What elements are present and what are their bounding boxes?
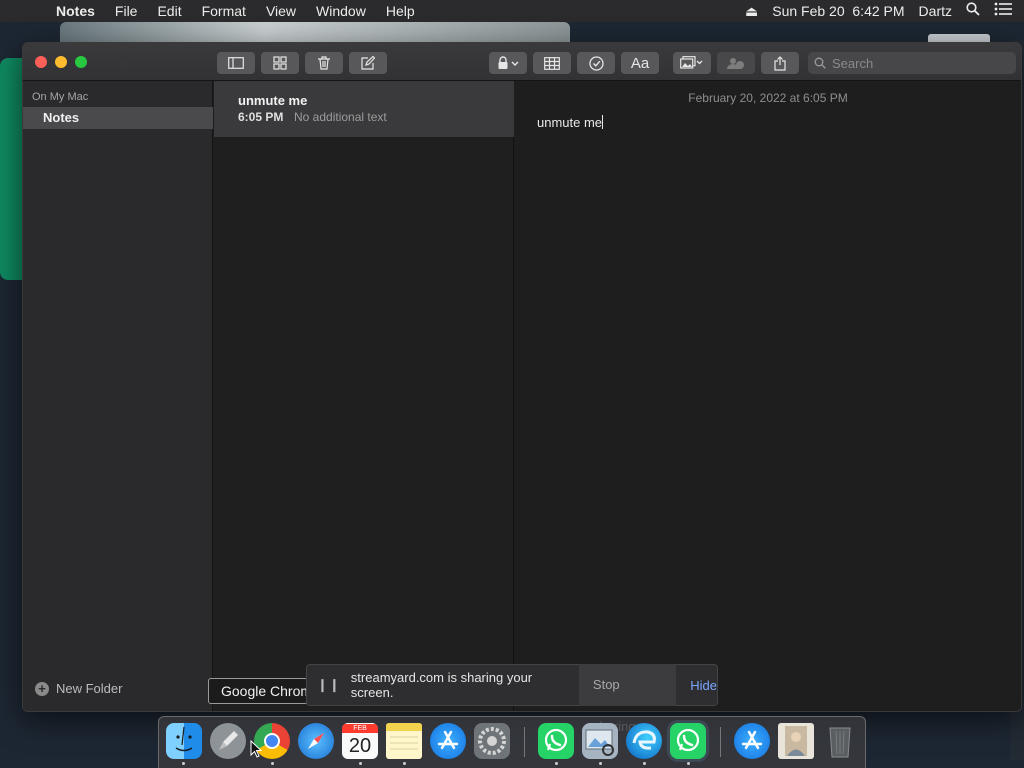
notes-list: unmute me 6:05 PM No additional text — [214, 81, 514, 711]
running-indicator — [403, 762, 406, 765]
menu-bar: Notes File Edit Format View Window Help … — [0, 0, 1024, 22]
photo-icon[interactable] — [778, 723, 814, 759]
lock-note-button[interactable] — [489, 52, 527, 74]
search-icon — [814, 57, 826, 69]
gallery-view-button[interactable] — [261, 52, 299, 74]
checklist-icon — [588, 55, 604, 71]
safari-icon[interactable] — [298, 723, 334, 759]
notes-window: Aa On My Mac Notes + New Folder unmute m… — [22, 42, 1022, 712]
toolbar: Aa — [23, 43, 1021, 81]
notes-icon[interactable] — [386, 723, 422, 759]
checklist-button[interactable] — [577, 52, 615, 74]
note-body-text[interactable]: unmute me — [537, 115, 604, 130]
table-icon — [544, 56, 560, 70]
close-window-button[interactable] — [35, 56, 47, 68]
spotlight-search-icon[interactable] — [966, 0, 980, 22]
launchpad-icon[interactable] — [210, 723, 246, 759]
mouse-cursor-icon — [250, 740, 262, 758]
delete-note-button[interactable] — [305, 52, 343, 74]
running-indicator — [599, 762, 602, 765]
dock-separator — [720, 727, 721, 757]
add-people-icon — [727, 58, 744, 69]
menu-edit[interactable]: Edit — [147, 0, 191, 22]
menu-clock[interactable]: Sun Feb 20 6:42 PM — [772, 0, 904, 22]
menu-file[interactable]: File — [105, 0, 148, 22]
desktop-window-edge — [0, 58, 22, 280]
folders-sidebar: On My Mac Notes + New Folder — [23, 81, 213, 711]
zoom-window-button[interactable] — [75, 56, 87, 68]
notification-center-icon[interactable] — [994, 0, 1012, 22]
dock-tooltip: Google Chrome — [208, 678, 308, 704]
sidebar-item-notes[interactable]: Notes — [23, 107, 213, 129]
note-date: February 20, 2022 at 6:05 PM — [688, 91, 848, 105]
share-button[interactable] — [761, 52, 799, 74]
collaborate-button[interactable] — [717, 52, 755, 74]
trash-icon — [318, 56, 330, 70]
format-label: Aa — [630, 54, 650, 72]
add-media-button[interactable] — [673, 52, 711, 74]
preview-icon[interactable] — [582, 723, 618, 759]
whatsapp-icon[interactable] — [538, 723, 574, 759]
running-indicator — [643, 762, 646, 765]
dock: FEB 20 — [158, 716, 866, 768]
calendar-icon[interactable]: FEB 20 — [342, 723, 378, 759]
menu-view[interactable]: View — [256, 0, 306, 22]
menu-help[interactable]: Help — [376, 0, 425, 22]
whatsapp-icon[interactable] — [670, 723, 706, 759]
note-preview: No additional text — [294, 110, 387, 124]
eject-icon[interactable]: ⏏ — [745, 0, 758, 22]
running-indicator — [271, 762, 274, 765]
note-editor[interactable]: February 20, 2022 at 6:05 PM unmute me — [515, 81, 1021, 711]
search-field[interactable] — [808, 52, 1016, 74]
system-preferences-icon[interactable] — [474, 723, 510, 759]
text-caret — [602, 115, 604, 129]
sidebar-icon — [228, 57, 244, 69]
screen-sharing-banner: ❙❙ streamyard.com is sharing your screen… — [306, 664, 718, 734]
menu-window[interactable]: Window — [306, 0, 376, 22]
running-indicator — [687, 762, 690, 765]
stop-sharing-button[interactable]: Stop sharing — [578, 664, 677, 734]
compose-icon — [361, 56, 375, 70]
plus-icon: + — [35, 681, 49, 696]
note-time: 6:05 PM — [238, 110, 284, 124]
sidebar-section-on-my-mac: On My Mac — [32, 91, 89, 103]
table-button[interactable] — [533, 52, 571, 74]
edge-icon[interactable] — [626, 723, 662, 759]
search-input[interactable] — [832, 55, 1002, 71]
list-item[interactable]: unmute me 6:05 PM No additional text — [214, 81, 514, 137]
app-store-icon[interactable] — [430, 723, 466, 759]
media-icon — [680, 56, 703, 69]
new-folder-label: New Folder — [56, 681, 123, 696]
calendar-month: FEB — [342, 723, 378, 733]
share-icon — [774, 55, 786, 71]
running-indicator — [182, 762, 185, 765]
running-indicator — [555, 762, 558, 765]
toggle-sidebar-button[interactable] — [217, 52, 255, 74]
menu-user[interactable]: Dartz — [919, 0, 952, 22]
sharing-message: streamyard.com is sharing your screen. — [350, 670, 533, 700]
format-button[interactable]: Aa — [621, 52, 659, 74]
note-title: unmute me — [238, 93, 308, 108]
new-folder-button[interactable]: + New Folder — [35, 681, 122, 696]
new-note-button[interactable] — [349, 52, 387, 74]
minimize-window-button[interactable] — [55, 56, 67, 68]
lock-icon — [498, 56, 519, 69]
trash-icon[interactable] — [822, 723, 858, 759]
hide-button[interactable]: Hide — [690, 678, 717, 693]
menu-format[interactable]: Format — [192, 0, 256, 22]
finder-icon[interactable] — [166, 723, 202, 759]
app-store-icon[interactable] — [734, 723, 770, 759]
grid-icon — [273, 56, 287, 70]
pause-icon: ❙❙ — [317, 677, 341, 692]
note-body-content: unmute me — [537, 115, 603, 130]
dock-separator — [524, 727, 525, 757]
calendar-day: 20 — [348, 734, 372, 757]
menu-app-name[interactable]: Notes — [56, 0, 105, 22]
running-indicator — [359, 762, 362, 765]
